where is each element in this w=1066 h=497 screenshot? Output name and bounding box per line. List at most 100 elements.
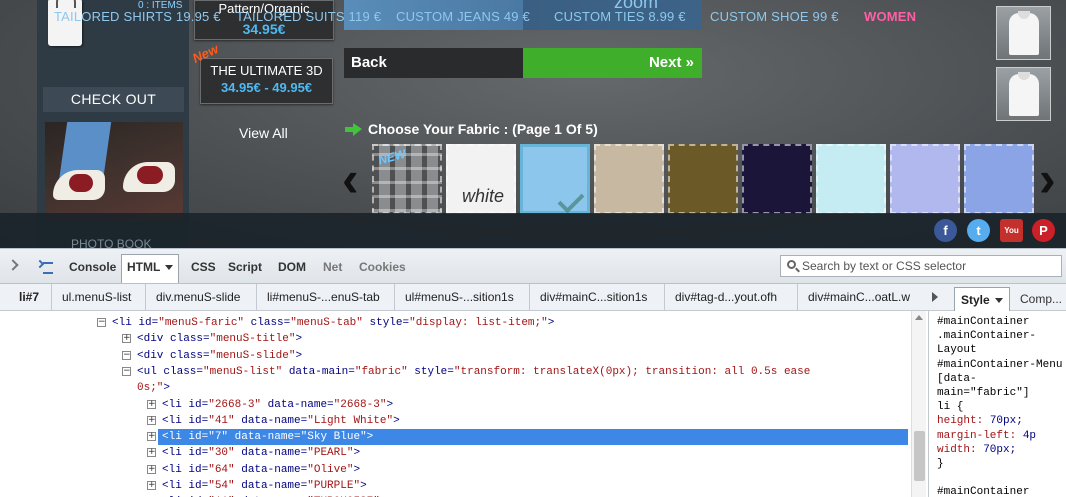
- breadcrumb-item[interactable]: li#menuS-...enuS-tab: [267, 284, 380, 310]
- scrollbar[interactable]: [911, 311, 926, 497]
- html-node-line[interactable]: <li id="30" data-name="PEARL">: [162, 445, 360, 461]
- tab-net[interactable]: Net: [318, 255, 347, 279]
- shirt-view-front[interactable]: [996, 6, 1051, 60]
- fabric-swatch-pearl[interactable]: [594, 144, 664, 214]
- code-token: "PURPLE": [307, 480, 361, 492]
- expand-icon[interactable]: +: [122, 334, 131, 344]
- css-rule-line: [data-: [937, 372, 977, 385]
- shirt-view-back[interactable]: [996, 67, 1051, 121]
- code-token: >: [547, 317, 555, 329]
- collapse-icon[interactable]: −: [122, 366, 131, 376]
- code-token: >: [393, 414, 400, 427]
- arrow-right-icon: [345, 123, 362, 136]
- facebook-icon[interactable]: f: [934, 219, 957, 242]
- chevron-left-icon[interactable]: ‹: [342, 150, 364, 208]
- html-node-line[interactable]: <li id="2668-3" data-name="2668-3">: [162, 397, 393, 413]
- shop-page: 0 : ITEMS CHECK OUT Pattern/Organic 34.9…: [0, 0, 1066, 248]
- choose-fabric-label: Choose Your Fabric : (Page 1 Of 5): [368, 121, 598, 137]
- back-button[interactable]: Back: [344, 48, 523, 78]
- code-token: <div: [137, 349, 171, 362]
- css-rule-line: margin-left: 4p: [937, 429, 1037, 442]
- chevron-right-icon[interactable]: [932, 292, 938, 302]
- code-token: >: [295, 349, 303, 362]
- chevron-right-icon[interactable]: [7, 259, 19, 271]
- shirt-icon: [1009, 11, 1039, 55]
- fabric-swatch-list: NEW white: [372, 144, 1034, 214]
- code-token: id=: [188, 480, 209, 492]
- fabric-swatch-lavender[interactable]: [890, 144, 960, 214]
- breadcrumb-item[interactable]: div#tag-d...yout.ofh: [675, 284, 777, 310]
- breadcrumb-item[interactable]: ul#menuS-...sition1s: [405, 284, 514, 310]
- youtube-icon[interactable]: You: [1000, 219, 1023, 242]
- devtools-toolbar: Console HTML CSS Script DOM Net Cookies …: [0, 249, 1066, 284]
- expand-icon[interactable]: +: [147, 415, 156, 425]
- chevron-right-icon[interactable]: ›: [1039, 150, 1061, 208]
- html-node-line[interactable]: <ul class="menuS-list" data-main="fabric…: [137, 364, 810, 380]
- nav-tailored-shirts[interactable]: TAILORED SHIRTS 19.95 €: [54, 9, 221, 24]
- view-all-link[interactable]: View All: [239, 125, 288, 141]
- nav-tailored-suits[interactable]: TAILORED SUITS 119 €: [236, 9, 381, 24]
- collapse-icon[interactable]: −: [122, 350, 131, 360]
- expand-icon[interactable]: +: [147, 481, 156, 490]
- breadcrumb-item[interactable]: div.menuS-slide: [156, 284, 240, 310]
- code-token: >: [353, 463, 361, 476]
- expand-icon[interactable]: +: [147, 399, 156, 409]
- html-node-line[interactable]: <li id="41" data-name="Light White">: [162, 413, 400, 429]
- chevron-up-icon[interactable]: [915, 315, 923, 320]
- tab-computed[interactable]: Comp...: [1014, 287, 1066, 311]
- html-node-line[interactable]: <li id="menuS-faric" class="menuS-tab" s…: [112, 315, 554, 331]
- expand-icon[interactable]: +: [147, 464, 156, 474]
- breadcrumb-item[interactable]: div#mainC...oatL.w: [808, 284, 910, 310]
- tab-script[interactable]: Script: [223, 255, 267, 279]
- breadcrumb-item[interactable]: div#mainC...sition1s: [540, 284, 647, 310]
- tab-style[interactable]: Style: [954, 287, 1010, 311]
- code-token: "7": [208, 431, 229, 444]
- fabric-swatch-purple[interactable]: [742, 144, 812, 214]
- tab-css[interactable]: CSS: [186, 255, 221, 279]
- tab-console[interactable]: Console: [64, 255, 121, 279]
- new-badge: NEW: [376, 146, 408, 168]
- html-node-line[interactable]: <li id="7" data-name="Sky Blue">: [158, 429, 908, 446]
- collapse-icon[interactable]: −: [97, 318, 106, 327]
- next-button[interactable]: Next »: [523, 48, 702, 78]
- html-node-line[interactable]: <li id="64" data-name="Olive">: [162, 462, 360, 478]
- code-token: "Light White": [307, 414, 394, 427]
- css-rule-line: .mainContainer-: [937, 330, 1037, 343]
- product-ultimate-3d[interactable]: THE ULTIMATE 3D 34.95€ - 49.95€: [200, 58, 333, 104]
- html-node-line[interactable]: <div class="menuS-slide">: [137, 348, 302, 364]
- tab-html[interactable]: HTML: [121, 254, 180, 283]
- fabric-swatch-sky-blue[interactable]: [520, 144, 590, 214]
- choose-fabric-heading: Choose Your Fabric : (Page 1 Of 5): [345, 121, 598, 137]
- nav-custom-jeans[interactable]: CUSTOM JEANS 49 €: [396, 9, 530, 24]
- code-token: <li: [112, 317, 139, 329]
- fabric-swatch-plaid[interactable]: NEW: [372, 144, 442, 214]
- tab-cookies[interactable]: Cookies: [354, 255, 411, 279]
- checkout-button[interactable]: CHECK OUT: [43, 87, 184, 112]
- nav-women[interactable]: WOMEN: [864, 9, 916, 24]
- expand-icon[interactable]: +: [147, 432, 156, 442]
- expand-icon[interactable]: +: [147, 448, 156, 458]
- fabric-swatch-white[interactable]: white: [446, 144, 516, 214]
- html-node-line[interactable]: <li id="54" data-name="PURPLE">: [162, 478, 367, 494]
- pinterest-icon[interactable]: P: [1032, 219, 1055, 242]
- command-line-icon[interactable]: [37, 261, 53, 274]
- code-token: id=: [188, 431, 209, 444]
- nav-custom-shoe[interactable]: CUSTOM SHOE 99 €: [710, 9, 839, 24]
- html-node-line[interactable]: 0s;">: [137, 380, 170, 396]
- fabric-swatch-turquoise[interactable]: [816, 144, 886, 214]
- css-rule-line: li {: [937, 401, 964, 414]
- code-token: id=: [188, 447, 209, 460]
- scrollbar-thumb[interactable]: [914, 431, 925, 481]
- html-node-line[interactable]: <div class="menuS-title">: [137, 331, 302, 347]
- breadcrumb-item[interactable]: li#7: [19, 284, 39, 310]
- fabric-swatch-periwinkle[interactable]: [964, 144, 1034, 214]
- breadcrumb-item[interactable]: ul.menuS-list: [62, 284, 131, 310]
- shoe-promo-image[interactable]: [45, 122, 183, 222]
- code-token: id=: [188, 414, 209, 427]
- nav-custom-ties[interactable]: CUSTOM TIES 8.99 €: [554, 9, 686, 24]
- fabric-swatch-olive[interactable]: [668, 144, 738, 214]
- search-input[interactable]: Search by text or CSS selector: [780, 255, 1062, 277]
- tab-dom[interactable]: DOM: [273, 255, 311, 279]
- photo-book-link[interactable]: PHOTO BOOK: [71, 237, 151, 248]
- twitter-icon[interactable]: t: [967, 219, 990, 242]
